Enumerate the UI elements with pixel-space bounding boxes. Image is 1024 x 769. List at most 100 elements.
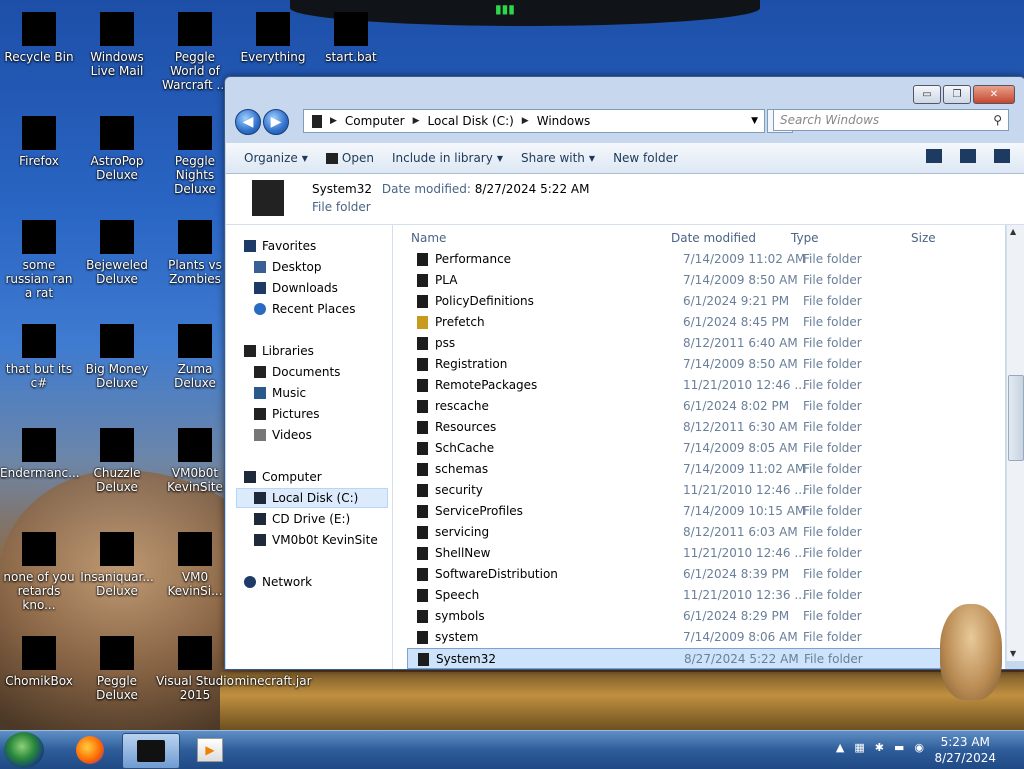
minimize-button[interactable]: ▭ bbox=[913, 85, 941, 104]
table-row[interactable]: rescache 6/1/2024 8:02 PM File folder bbox=[407, 396, 967, 417]
desktop-icon[interactable]: ChomikBox bbox=[0, 632, 78, 688]
column-header-size[interactable]: Size bbox=[911, 231, 936, 245]
scroll-down-icon[interactable]: ▼ bbox=[1010, 649, 1016, 658]
taskbar-media-player[interactable]: ▶ bbox=[182, 733, 238, 767]
breadcrumb-computer[interactable]: Computer bbox=[345, 114, 405, 128]
nav-vm-site[interactable]: VM0b0t KevinSite bbox=[254, 533, 378, 547]
table-row[interactable]: Resources 8/12/2011 6:30 AM File folder bbox=[407, 417, 967, 438]
desktop-icon[interactable]: Bejeweled Deluxe bbox=[78, 216, 156, 286]
column-header-name[interactable]: Name bbox=[411, 231, 446, 245]
breadcrumb-local-disk[interactable]: Local Disk (C:) bbox=[428, 114, 514, 128]
table-row[interactable]: schemas 7/14/2009 11:02 AM File folder bbox=[407, 459, 967, 480]
desktop-icon[interactable]: Zuma Deluxe bbox=[156, 320, 234, 390]
breadcrumb-separator-icon[interactable]: ▶ bbox=[330, 116, 337, 126]
table-row[interactable]: system 7/14/2009 8:06 AM File folder bbox=[407, 627, 967, 648]
help-icon[interactable] bbox=[994, 149, 1010, 163]
hamster-desktop-pet[interactable] bbox=[940, 604, 1002, 700]
open-button[interactable]: Open bbox=[325, 151, 374, 165]
nav-computer[interactable]: Computer bbox=[244, 470, 322, 484]
table-row[interactable]: pss 8/12/2011 6:40 AM File folder bbox=[407, 333, 967, 354]
column-header-date[interactable]: Date modified bbox=[671, 231, 756, 245]
taskbar-firefox[interactable] bbox=[62, 733, 118, 767]
table-row[interactable]: SchCache 7/14/2009 8:05 AM File folder bbox=[407, 438, 967, 459]
table-row[interactable]: symbols 6/1/2024 8:29 PM File folder bbox=[407, 606, 967, 627]
table-row[interactable]: Speech 11/21/2010 12:36 ... File folder bbox=[407, 585, 967, 606]
table-row[interactable]: SoftwareDistribution 6/1/2024 8:39 PM File… bbox=[407, 564, 967, 585]
nav-music[interactable]: Music bbox=[254, 386, 306, 400]
desktop-icon[interactable]: start.bat bbox=[312, 8, 390, 64]
table-row[interactable]: ServiceProfiles 7/14/2009 10:15 AM File fo… bbox=[407, 501, 967, 522]
nav-pictures[interactable]: Pictures bbox=[254, 407, 320, 421]
tray-monitor-icon[interactable]: ▬ bbox=[894, 741, 904, 754]
desktop-icon[interactable]: Windows Live Mail bbox=[78, 8, 156, 78]
desktop-icon[interactable]: none of you retards kno... bbox=[0, 528, 78, 612]
close-button[interactable]: ✕ bbox=[973, 85, 1015, 104]
search-input[interactable]: Search Windows ⚲ bbox=[773, 109, 1009, 131]
table-row[interactable]: Registration 7/14/2009 8:50 AM File folder bbox=[407, 354, 967, 375]
new-folder-button[interactable]: New folder bbox=[613, 151, 678, 165]
nav-network[interactable]: Network bbox=[244, 575, 312, 589]
table-row[interactable]: Prefetch 6/1/2024 8:45 PM File folder bbox=[407, 312, 967, 333]
desktop-icon[interactable]: Everything bbox=[234, 8, 312, 64]
file-list[interactable]: Name Date modified Type Size Performance… bbox=[393, 225, 1005, 669]
desktop-icon[interactable]: Recycle Bin bbox=[0, 8, 78, 64]
vertical-scrollbar[interactable]: ▲ ▼ bbox=[1006, 225, 1024, 661]
breadcrumb-separator-icon[interactable]: ▶ bbox=[522, 116, 529, 126]
desktop-icon[interactable]: Peggle World of Warcraft ... bbox=[156, 8, 234, 92]
forward-button[interactable]: ▶ bbox=[263, 109, 289, 135]
desktop-icon[interactable]: Plants vs Zombies bbox=[156, 216, 234, 286]
desktop-icon[interactable]: Peggle Nights Deluxe bbox=[156, 112, 234, 196]
tray-app-icon[interactable]: ▦ bbox=[854, 741, 864, 754]
nav-local-disk[interactable]: Local Disk (C:) bbox=[236, 488, 388, 508]
maximize-button[interactable]: ❐ bbox=[943, 85, 971, 104]
desktop-icon[interactable]: Endermanc... bbox=[0, 424, 80, 480]
table-row[interactable]: PolicyDefinitions 6/1/2024 9:21 PM File fo… bbox=[407, 291, 967, 312]
nav-desktop[interactable]: Desktop bbox=[254, 260, 322, 274]
table-row[interactable]: servicing 8/12/2011 6:03 AM File folder bbox=[407, 522, 967, 543]
scroll-up-icon[interactable]: ▲ bbox=[1010, 227, 1016, 236]
table-row[interactable]: RemotePackages 11/21/2010 12:46 ... File f… bbox=[407, 375, 967, 396]
preview-pane-icon[interactable] bbox=[960, 149, 976, 163]
system-clock[interactable]: 5:23 AM 8/27/2024 bbox=[934, 734, 996, 766]
table-row[interactable]: security 11/21/2010 12:46 ... File folder bbox=[407, 480, 967, 501]
column-header-type[interactable]: Type bbox=[791, 231, 819, 245]
breadcrumb-windows[interactable]: Windows bbox=[537, 114, 591, 128]
nav-favorites[interactable]: Favorites bbox=[244, 239, 316, 253]
scrollbar-thumb[interactable] bbox=[1008, 375, 1024, 461]
nav-videos[interactable]: Videos bbox=[254, 428, 312, 442]
desktop-icon[interactable]: some russian ran a rat bbox=[0, 216, 78, 300]
desktop-icon[interactable]: that but its c# bbox=[0, 320, 78, 390]
desktop-icon[interactable]: Chuzzle Deluxe bbox=[78, 424, 156, 494]
change-view-icon[interactable] bbox=[926, 149, 942, 163]
share-with-button[interactable]: Share with ▼ bbox=[521, 151, 595, 165]
nav-documents[interactable]: Documents bbox=[254, 365, 340, 379]
taskbar-explorer[interactable] bbox=[122, 733, 180, 769]
desktop-icon[interactable]: AstroPop Deluxe bbox=[78, 112, 156, 182]
desktop-icon[interactable]: Visual Studio 2015 bbox=[156, 632, 234, 702]
desktop-icon[interactable]: Firefox bbox=[0, 112, 78, 168]
breadcrumb-separator-icon[interactable]: ▶ bbox=[413, 116, 420, 126]
tray-volume-icon[interactable]: ◉ bbox=[914, 741, 924, 754]
table-row[interactable]: PLA 7/14/2009 8:50 AM File folder bbox=[407, 270, 967, 291]
back-button[interactable]: ◀ bbox=[235, 109, 261, 135]
nav-recent-places[interactable]: Recent Places bbox=[254, 302, 355, 316]
address-bar[interactable]: ▶ Computer ▶ Local Disk (C:) ▶ Windows ▼ bbox=[303, 109, 765, 133]
nav-downloads[interactable]: Downloads bbox=[254, 281, 338, 295]
start-button[interactable] bbox=[4, 732, 44, 768]
show-hidden-icons-icon[interactable]: ▲ bbox=[836, 741, 844, 754]
desktop-icon[interactable]: Peggle Deluxe bbox=[78, 632, 156, 702]
table-row[interactable]: System32 8/27/2024 5:22 AM File folder bbox=[407, 648, 967, 669]
include-in-library-button[interactable]: Include in library ▼ bbox=[392, 151, 503, 165]
desktop-icon[interactable]: Insaniquar... Deluxe bbox=[78, 528, 156, 598]
desktop-icon[interactable]: VM0 KevinSi... bbox=[156, 528, 234, 598]
nav-libraries[interactable]: Libraries bbox=[244, 344, 314, 358]
address-dropdown-icon[interactable]: ▼ bbox=[751, 116, 758, 126]
table-row[interactable]: ShellNew 11/21/2010 12:46 ... File folder bbox=[407, 543, 967, 564]
desktop-icon[interactable]: VM0b0t KevinSite bbox=[156, 424, 234, 494]
search-icon[interactable]: ⚲ bbox=[993, 113, 1002, 127]
desktop-icon[interactable]: Big Money Deluxe bbox=[78, 320, 156, 390]
tray-bluetooth-icon[interactable]: ✱ bbox=[875, 741, 884, 754]
nav-cd-drive[interactable]: CD Drive (E:) bbox=[254, 512, 350, 526]
explorer-window[interactable]: ▭ ❐ ✕ ◀ ▶ ▶ Computer ▶ Local Disk (C:) ▶… bbox=[224, 76, 1024, 670]
organize-button[interactable]: Organize ▼ bbox=[244, 151, 308, 165]
